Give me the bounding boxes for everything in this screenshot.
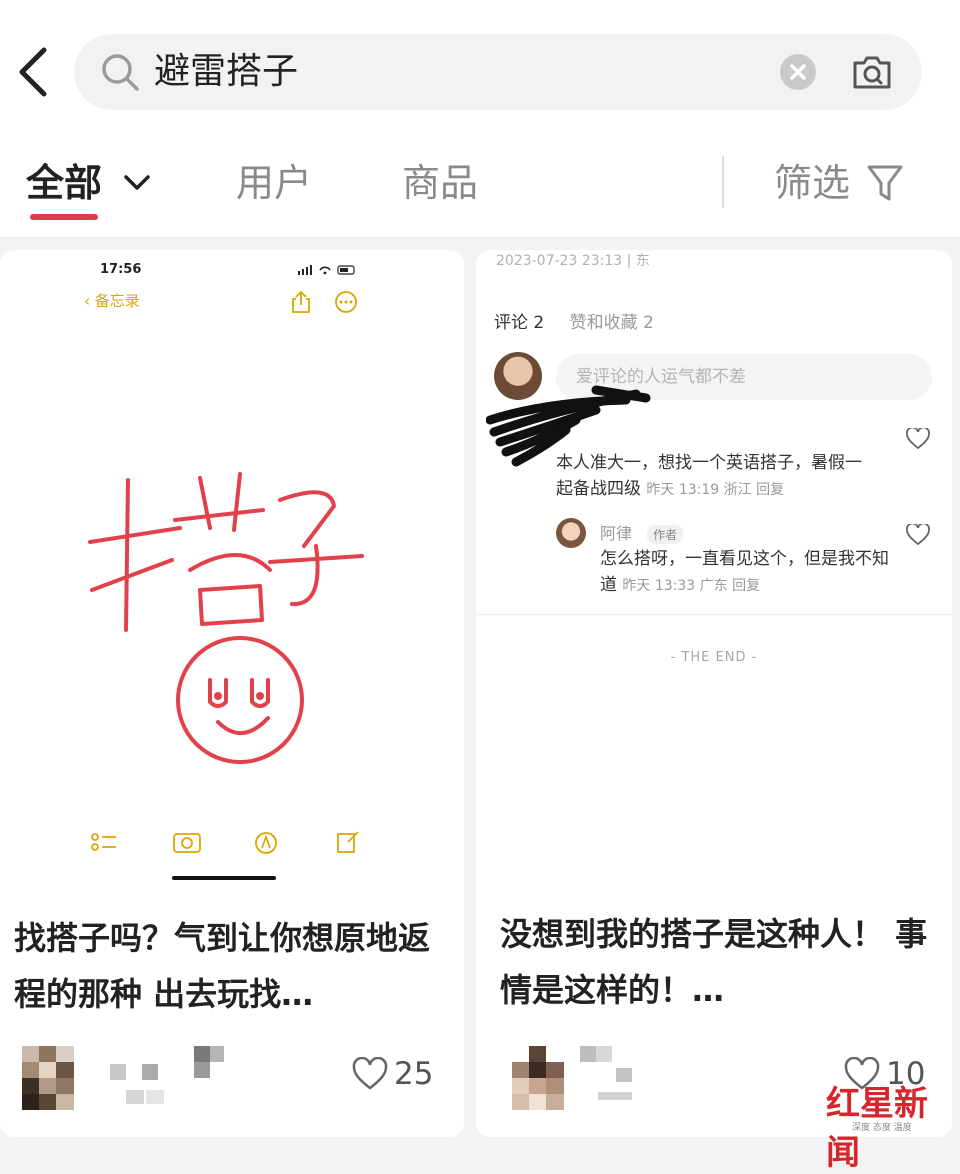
author-name-blurred[interactable] [106, 1046, 226, 1106]
tab-divider [722, 156, 724, 208]
search-input[interactable]: 避雷搭子 [154, 48, 298, 96]
avatar [556, 518, 586, 548]
post-title[interactable]: 没想到我的搭子是这种人！ 事情是这样的！… [500, 906, 940, 1018]
phone-time: 17:56 [100, 262, 142, 277]
tab-users[interactable]: 用户 [236, 158, 312, 208]
heart-icon [906, 428, 930, 450]
post-cover-image[interactable]: 2023-07-23 23:13 | 东 评论 2 赞和收藏 2 爱评论的人运气… [476, 250, 952, 890]
post-card-2[interactable]: 2023-07-23 23:13 | 东 评论 2 赞和收藏 2 爱评论的人运气… [476, 250, 952, 1137]
comment-tabs: 评论 2 赞和收藏 2 [494, 308, 654, 333]
section-divider [476, 614, 952, 615]
clear-icon[interactable] [780, 54, 816, 90]
post-date: 2023-07-23 23:13 | 东 [496, 253, 650, 269]
chevron-left-icon[interactable] [14, 44, 54, 100]
heart-icon [352, 1057, 388, 1090]
comment-1: 本人准大一，想找一个英语搭子，暑假一起备战四级 昨天 13:19 浙江 回复 [556, 450, 876, 503]
tab-filter[interactable]: 筛选 [774, 158, 850, 208]
filter-icon[interactable] [866, 162, 904, 204]
handwritten-drawing [88, 472, 364, 764]
reply-comment: 怎么搭呀，一直看见这个，但是我不知道 昨天 13:33 广东 回复 [600, 546, 890, 599]
search-icon [102, 54, 139, 91]
post-cover-image[interactable]: 17:56 ‹ 备忘录 [0, 250, 464, 890]
reply-author: 阿律 作者 [600, 520, 684, 544]
search-bar[interactable]: 避雷搭子 [74, 34, 922, 110]
avatar[interactable] [22, 1046, 74, 1110]
chevron-down-icon[interactable] [122, 170, 152, 196]
phone-home-indicator [172, 876, 276, 880]
post-card-1[interactable]: 17:56 ‹ 备忘录 找搭子吗？气到让你想原地返程的那种 出去玩找… 25 [0, 250, 464, 1137]
comments-tab: 评论 2 [494, 313, 545, 333]
tab-all[interactable]: 全部 [26, 158, 102, 208]
reply-author-name: 阿律 [600, 524, 633, 543]
like-button[interactable]: 25 [352, 1056, 433, 1092]
phone-status-icons [298, 265, 355, 275]
comment-1-meta: 昨天 13:19 浙江 回复 [646, 482, 785, 498]
tab-products[interactable]: 商品 [402, 158, 478, 208]
like-count: 25 [394, 1056, 434, 1092]
watermark-subtitle: 深度 态度 温度 [852, 1123, 912, 1133]
end-mark: - THE END - [670, 650, 758, 665]
post-title[interactable]: 找搭子吗？气到让你想原地返程的那种 出去玩找… [14, 910, 454, 1022]
more-icon [335, 291, 357, 313]
camera-icon[interactable] [850, 50, 894, 94]
reply-meta: 昨天 13:33 广东 回复 [622, 578, 761, 594]
author-badge: 作者 [647, 525, 684, 544]
likes-favorites-tab: 赞和收藏 2 [569, 313, 654, 333]
watermark-logo: 红星新闻 深度 态度 温度 [826, 1076, 956, 1173]
notes-back-button[interactable]: ‹ 备忘录 [84, 290, 140, 311]
search-header: 避雷搭子 全部 用户 商品 筛选 [0, 0, 960, 238]
header-divider [0, 237, 960, 238]
avatar[interactable] [512, 1046, 564, 1110]
heart-icon [906, 524, 930, 546]
notes-toolbar [91, 831, 359, 854]
author-name-blurred[interactable] [580, 1046, 700, 1106]
active-tab-indicator [30, 214, 98, 220]
share-icon [292, 290, 310, 313]
notes-back-label: 备忘录 [94, 292, 140, 310]
